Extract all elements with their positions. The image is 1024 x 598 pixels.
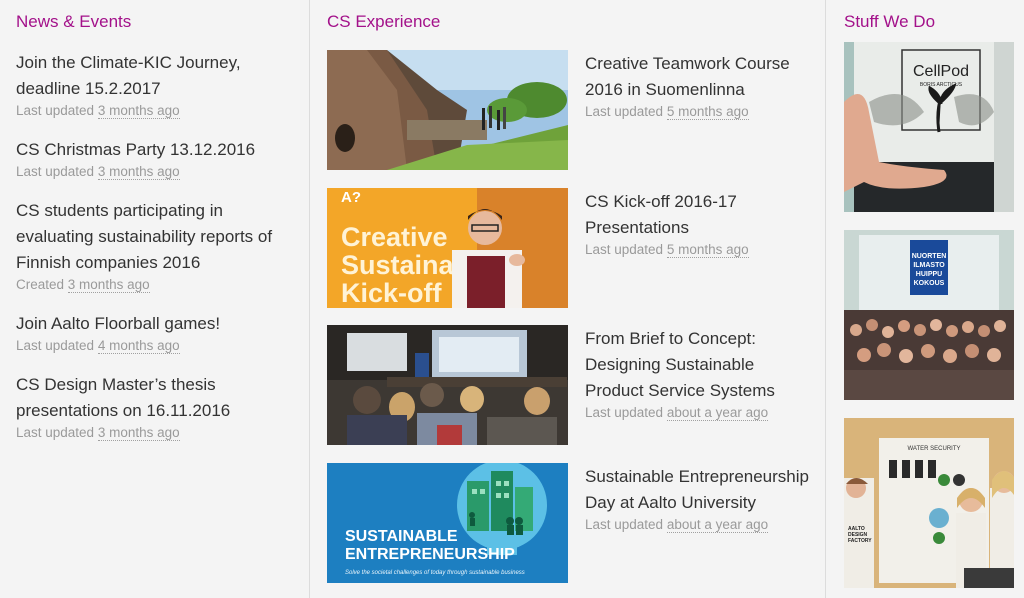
climate-summit-image[interactable]: NUORTEN ILMASTO HUIPPU KOKOUS [844, 230, 1014, 400]
cs-experience-title-link[interactable]: Creative Teamwork Course 2016 in Suomenl… [585, 51, 815, 103]
kickoff-thumb-sustaina: Sustaina [341, 250, 455, 280]
cs-experience-list: Creative Teamwork Course 2016 in Suomenl… [327, 50, 817, 598]
meta-prefix: Last updated [585, 516, 664, 532]
suomenlinna-thumbnail[interactable] [327, 50, 568, 170]
meta-prefix: Last updated [16, 425, 95, 440]
meta-time-ago: 3 months ago [97, 164, 180, 180]
news-meta: Created 3 months ago [16, 276, 296, 294]
meta-time-ago: 3 months ago [97, 425, 180, 441]
stuff-we-do-list: CellPod BORIS ARCTICUS NUORTEN ILMASTO H… [844, 42, 1014, 598]
thumb-entrepreneurship-text: ENTREPRENEURSHIP [345, 546, 515, 563]
meta-time-ago: about a year ago [666, 516, 769, 533]
meta-time-ago: 4 months ago [97, 338, 180, 354]
news-item: CS Design Master’s thesis presentations … [16, 372, 296, 442]
meta-prefix: Last updated [16, 164, 95, 179]
kickoff-thumb-a: A? [341, 189, 361, 206]
news-meta: Last updated 3 months ago [16, 102, 296, 120]
water-security-label: WATER SECURITY [907, 446, 960, 452]
cs-experience-column: CS Experience Creative Teamwork Course 2… [310, 0, 826, 598]
news-title-link[interactable]: CS Design Master’s thesis presentations … [16, 372, 296, 424]
news-title-link[interactable]: Join Aalto Floorball games! [16, 311, 296, 337]
cs-experience-item: Creative Teamwork Course 2016 in Suomenl… [327, 50, 817, 188]
summit-text-4: KOKOUS [914, 280, 945, 287]
cs-experience-text: CS Kick-off 2016-17 Presentations Last u… [585, 189, 815, 259]
news-meta: Last updated 4 months ago [16, 337, 296, 355]
meta-prefix: Last updated [585, 405, 664, 420]
meta-prefix: Last updated [585, 104, 664, 119]
meta-prefix: Last updated [585, 241, 664, 257]
news-title-link[interactable]: Join the Climate-KIC Journey, deadline 1… [16, 50, 296, 102]
summit-text-1: NUORTEN [912, 253, 947, 260]
meta-time-ago: 3 months ago [97, 103, 180, 119]
cs-experience-heading: CS Experience [327, 12, 441, 31]
cellpod-label: CellPod [913, 63, 969, 80]
summit-text-3: HUIPPU [916, 271, 942, 278]
cs-experience-meta: Last updated 5 months ago [585, 103, 815, 121]
classroom-thumbnail[interactable] [327, 325, 568, 445]
cs-experience-title-link[interactable]: Sustainable Entrepreneurship Day at Aalt… [585, 464, 815, 516]
aalto-design-factory-shirt-3: FACTORY [848, 538, 872, 544]
kickoff-thumbnail[interactable]: A? Creative Sustaina Kick-off [327, 187, 568, 308]
meta-time-ago: 5 months ago [666, 241, 749, 258]
news-events-heading: News & Events [16, 12, 132, 31]
summit-text-2: ILMASTO [913, 262, 945, 269]
news-meta: Last updated 3 months ago [16, 424, 296, 442]
cs-experience-meta: Last updated about a year ago [585, 404, 815, 422]
news-list: Join the Climate-KIC Journey, deadline 1… [16, 50, 296, 459]
cs-experience-title-link[interactable]: CS Kick-off 2016-17 Presentations [585, 189, 815, 241]
news-item: Join the Climate-KIC Journey, deadline 1… [16, 50, 296, 120]
thumb-tagline-text: Solve the societal challenges of today t… [345, 570, 525, 576]
cs-experience-item: A? Creative Sustaina Kick-off CS Kick-of… [327, 187, 817, 326]
news-item: CS students participating in evaluating … [16, 198, 296, 294]
cs-experience-meta: Last updated about a year ago [585, 516, 815, 534]
cs-experience-item: SUSTAINABLE ENTREPRENEURSHIP Solve the s… [327, 462, 817, 598]
cs-experience-item: From Brief to Concept: Designing Sustain… [327, 325, 817, 463]
meta-time-ago: about a year ago [666, 405, 769, 421]
kickoff-thumb-kickoff: Kick-off [341, 278, 443, 308]
meta-prefix: Last updated [16, 338, 95, 353]
meta-prefix: Last updated [16, 103, 95, 118]
meta-time-ago: 5 months ago [666, 104, 749, 120]
cellpod-sublabel: BORIS ARCTICUS [920, 82, 963, 88]
news-item: Join Aalto Floorball games! Last updated… [16, 311, 296, 355]
cellpod-image[interactable]: CellPod BORIS ARCTICUS [844, 42, 1014, 212]
meta-prefix: Created [16, 277, 65, 292]
cs-experience-text: Sustainable Entrepreneurship Day at Aalt… [585, 464, 815, 534]
news-meta: Last updated 3 months ago [16, 163, 296, 181]
stuff-we-do-heading: Stuff We Do [844, 12, 936, 31]
water-security-image[interactable]: WATER SECURITY AALTO DESIGN FACTORY [844, 418, 1014, 588]
cs-experience-text: From Brief to Concept: Designing Sustain… [585, 326, 815, 422]
stuff-we-do-column: Stuff We Do CellPod BORIS ARCTICUS NUORT… [826, 0, 1024, 598]
sustainable-entrepreneurship-thumbnail[interactable]: SUSTAINABLE ENTREPRENEURSHIP Solve the s… [327, 462, 568, 583]
kickoff-thumb-creative: Creative [341, 222, 448, 252]
cs-experience-meta: Last updated 5 months ago [585, 241, 815, 259]
news-title-link[interactable]: CS Christmas Party 13.12.2016 [16, 137, 296, 163]
news-events-column: News & Events Join the Climate-KIC Journ… [0, 0, 310, 598]
cs-experience-title-link[interactable]: From Brief to Concept: Designing Sustain… [585, 326, 815, 404]
news-item: CS Christmas Party 13.12.2016 Last updat… [16, 137, 296, 181]
cs-experience-text: Creative Teamwork Course 2016 in Suomenl… [585, 51, 815, 121]
thumb-sustainable-text: SUSTAINABLE [345, 528, 458, 545]
meta-time-ago: 3 months ago [67, 277, 150, 293]
news-title-link[interactable]: CS students participating in evaluating … [16, 198, 296, 276]
